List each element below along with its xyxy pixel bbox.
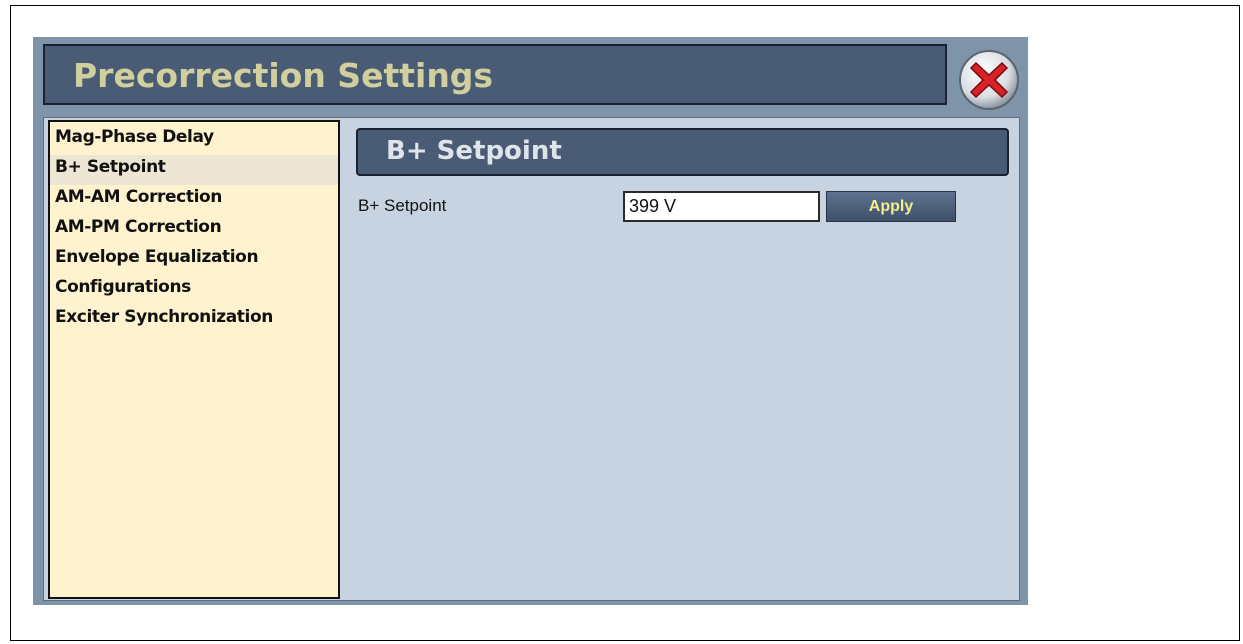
close-x-icon <box>959 50 1019 110</box>
apply-button[interactable]: Apply <box>826 191 956 222</box>
b-plus-setpoint-input[interactable] <box>623 191 820 222</box>
precorrection-settings-window: Precorrection Settings Mag-Phase Delay B… <box>33 37 1028 605</box>
nav-item-exciter-synchronization[interactable]: Exciter Synchronization <box>50 305 338 335</box>
nav-item-am-pm-correction[interactable]: AM-PM Correction <box>50 215 338 245</box>
nav-item-configurations[interactable]: Configurations <box>50 275 338 305</box>
nav-item-envelope-equalization[interactable]: Envelope Equalization <box>50 245 338 275</box>
nav-item-am-am-correction[interactable]: AM-AM Correction <box>50 185 338 215</box>
b-plus-setpoint-label: B+ Setpoint <box>358 196 447 215</box>
section-title: B+ Setpoint <box>386 136 562 166</box>
nav-item-b-plus-setpoint[interactable]: B+ Setpoint <box>50 155 338 185</box>
nav-item-mag-phase-delay[interactable]: Mag-Phase Delay <box>50 125 338 155</box>
window-title: Precorrection Settings <box>73 56 494 95</box>
close-button[interactable] <box>958 49 1020 111</box>
title-bar: Precorrection Settings <box>43 44 947 105</box>
settings-nav-list: Mag-Phase Delay B+ Setpoint AM-AM Correc… <box>48 120 340 599</box>
section-header: B+ Setpoint <box>356 128 1009 176</box>
